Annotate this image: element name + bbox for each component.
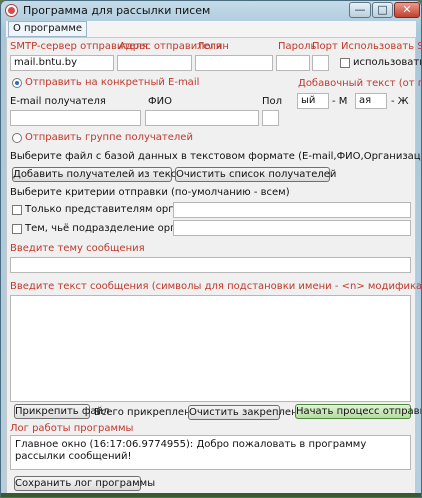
title-bar[interactable]: Программа для рассылки писем — □ ✕ (1, 1, 421, 21)
body-textarea[interactable] (10, 295, 411, 402)
log-label: Лог работы программы (10, 423, 134, 434)
window-title: Программа для рассылки писем (23, 4, 211, 17)
save-log-button[interactable]: Сохранить лог программы (14, 476, 155, 491)
org-only-checkbox[interactable] (12, 205, 22, 215)
single-email-radio[interactable] (12, 78, 22, 88)
attach-file-button[interactable]: Прикрепить файл (14, 404, 109, 419)
extra-text-label: Добавочный текст (от пола) (298, 78, 421, 89)
ssl-checkbox[interactable] (340, 58, 350, 68)
group-send-radio[interactable] (12, 133, 22, 143)
gender-input[interactable] (262, 110, 279, 126)
menu-about[interactable]: О программе (8, 21, 88, 37)
menu-bar: О программе (6, 21, 416, 37)
password-label: Пароль (278, 41, 317, 52)
fio-label: ФИО (148, 96, 172, 107)
subject-label: Введите тему сообщения (10, 243, 145, 254)
criteria-label: Выберите критерии отправки (по-умолчанию… (10, 187, 290, 198)
ssl-label: Использовать SSL (341, 41, 421, 52)
login-input[interactable] (195, 55, 273, 71)
dept-input[interactable] (173, 220, 411, 236)
app-icon (5, 4, 18, 17)
female-suffix-label: - Ж (391, 96, 409, 107)
org-input[interactable] (173, 202, 411, 218)
female-suffix-input[interactable]: ая (355, 93, 387, 109)
close-button[interactable]: ✕ (394, 2, 420, 18)
smtp-server-input[interactable]: mail.bntu.by (10, 55, 114, 71)
dept-checkbox[interactable] (12, 224, 22, 234)
start-sending-button[interactable]: Начать процесс отправки (295, 404, 421, 419)
gender-label: Пол (262, 96, 283, 107)
recipient-email-label: E-mail получателя (10, 96, 106, 107)
port-label: Порт (312, 41, 338, 52)
main-window: Программа для рассылки писем — □ ✕ О про… (0, 0, 422, 498)
login-label: Логин (197, 41, 229, 52)
clear-attachments-button[interactable]: Очистить закрепление (188, 405, 310, 420)
file-hint: Выберите файл с базой данных в текстовом… (10, 151, 421, 162)
taskbar-strip (1, 493, 421, 497)
maximize-button[interactable]: □ (372, 2, 393, 18)
client-area: SMTP-сервер отправителя Адрес отправител… (6, 37, 421, 494)
single-email-radio-label: Отправить на конкретный E-mail (25, 77, 200, 88)
clear-recipients-button[interactable]: Очистить список получателей (175, 167, 336, 182)
subject-input[interactable] (10, 257, 411, 273)
port-input[interactable] (312, 55, 329, 71)
ssl-checkbox-label: использовать (353, 57, 422, 68)
sender-address-input[interactable] (117, 55, 192, 71)
group-send-radio-label: Отправить группе получателей (25, 132, 193, 143)
male-suffix-label: - М (332, 96, 348, 107)
recipient-email-input[interactable] (10, 110, 141, 126)
log-textarea[interactable]: Главное окно (16:17:06.9774955): Добро п… (10, 435, 411, 470)
fio-input[interactable] (145, 110, 259, 126)
minimize-button[interactable]: — (349, 2, 371, 18)
male-suffix-input[interactable]: ый (297, 93, 329, 109)
body-label: Введите текст сообщения (символы для под… (10, 281, 422, 292)
add-recipients-button[interactable]: Добавить получателей из текстовой БД (12, 167, 225, 182)
password-input[interactable] (276, 55, 310, 71)
